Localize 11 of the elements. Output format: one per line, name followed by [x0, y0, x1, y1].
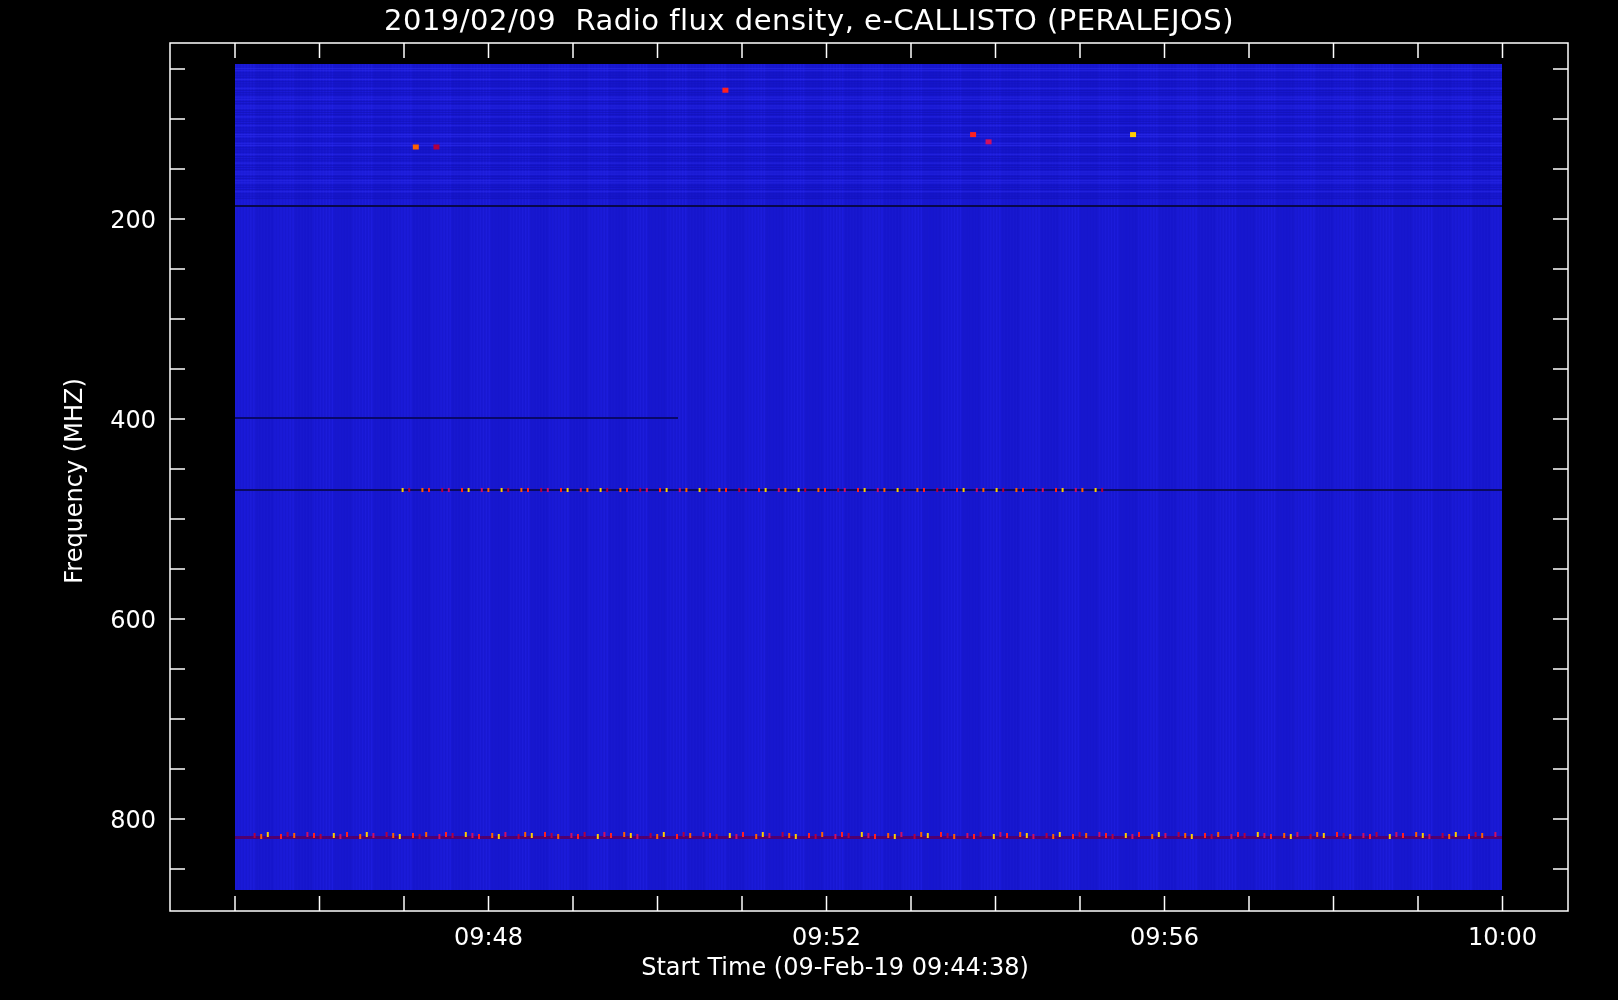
tick-label: 10:00 — [1467, 923, 1538, 951]
tick-label: 200 — [110, 206, 156, 234]
tick-label: 09:52 — [791, 923, 862, 951]
chart-title: 2019/02/09 Radio flux density, e-CALLISTO (PERALEJOS) — [384, 2, 1234, 39]
axis-label: Frequency (MHZ) — [60, 378, 88, 584]
tick-label: 600 — [110, 606, 156, 634]
tick-label: 09:56 — [1129, 923, 1200, 951]
tick-label: 400 — [110, 406, 156, 434]
axis-label: Start Time (09-Feb-19 09:44:38) — [641, 953, 1029, 981]
tick-label: 800 — [110, 806, 156, 834]
tick-label: 09:48 — [453, 923, 524, 951]
